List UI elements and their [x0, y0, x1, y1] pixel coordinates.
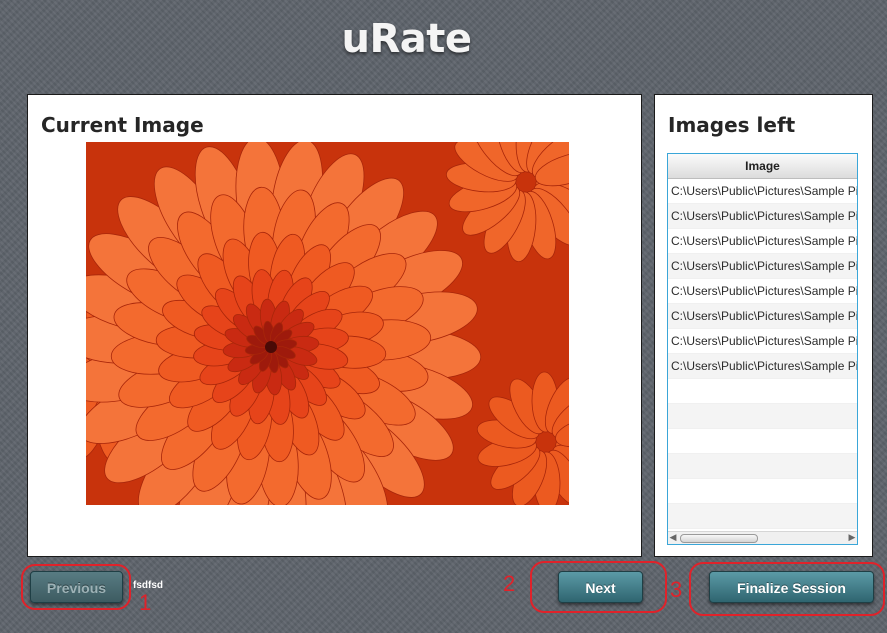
empty-row	[668, 454, 857, 479]
current-image-panel: Current Image	[27, 94, 642, 557]
scrollbar-thumb[interactable]	[680, 534, 758, 543]
scroll-right-icon[interactable]: ▶	[847, 532, 857, 544]
annotation-ring-3	[689, 562, 885, 616]
scroll-left-icon[interactable]: ◀	[668, 532, 678, 544]
annotation-ring-1	[21, 564, 131, 610]
current-image-heading: Current Image	[41, 113, 204, 137]
app-title: uRate	[341, 16, 472, 62]
table-header-image[interactable]: Image	[668, 154, 857, 179]
table-row[interactable]: C:\Users\Public\Pictures\Sample Pi...	[668, 354, 857, 379]
annotation-number-3: 3	[670, 577, 683, 602]
annotation-number-1: 1	[139, 590, 152, 615]
table-row[interactable]: C:\Users\Public\Pictures\Sample Pi...	[668, 229, 857, 254]
images-left-table[interactable]: Image C:\Users\Public\Pictures\Sample Pi…	[667, 153, 858, 545]
table-row[interactable]: C:\Users\Public\Pictures\Sample Pi...	[668, 179, 857, 204]
current-image-flower	[86, 142, 569, 505]
empty-row	[668, 429, 857, 454]
table-row[interactable]: C:\Users\Public\Pictures\Sample Pi...	[668, 304, 857, 329]
annotation-number-2: 2	[503, 571, 516, 596]
horizontal-scrollbar[interactable]: ◀ ▶	[668, 531, 857, 544]
images-left-heading: Images left	[668, 113, 796, 137]
table-row[interactable]: C:\Users\Public\Pictures\Sample Pi...	[668, 329, 857, 354]
table-row[interactable]: C:\Users\Public\Pictures\Sample Pi...	[668, 254, 857, 279]
images-left-panel: Images left Image C:\Users\Public\Pictur…	[654, 94, 873, 557]
empty-row	[668, 404, 857, 429]
empty-row	[668, 504, 857, 529]
empty-row	[668, 479, 857, 504]
table-row[interactable]: C:\Users\Public\Pictures\Sample Pi...	[668, 279, 857, 304]
annotation-ring-2	[530, 561, 667, 613]
table-row[interactable]: C:\Users\Public\Pictures\Sample Pi...	[668, 204, 857, 229]
empty-row	[668, 379, 857, 404]
